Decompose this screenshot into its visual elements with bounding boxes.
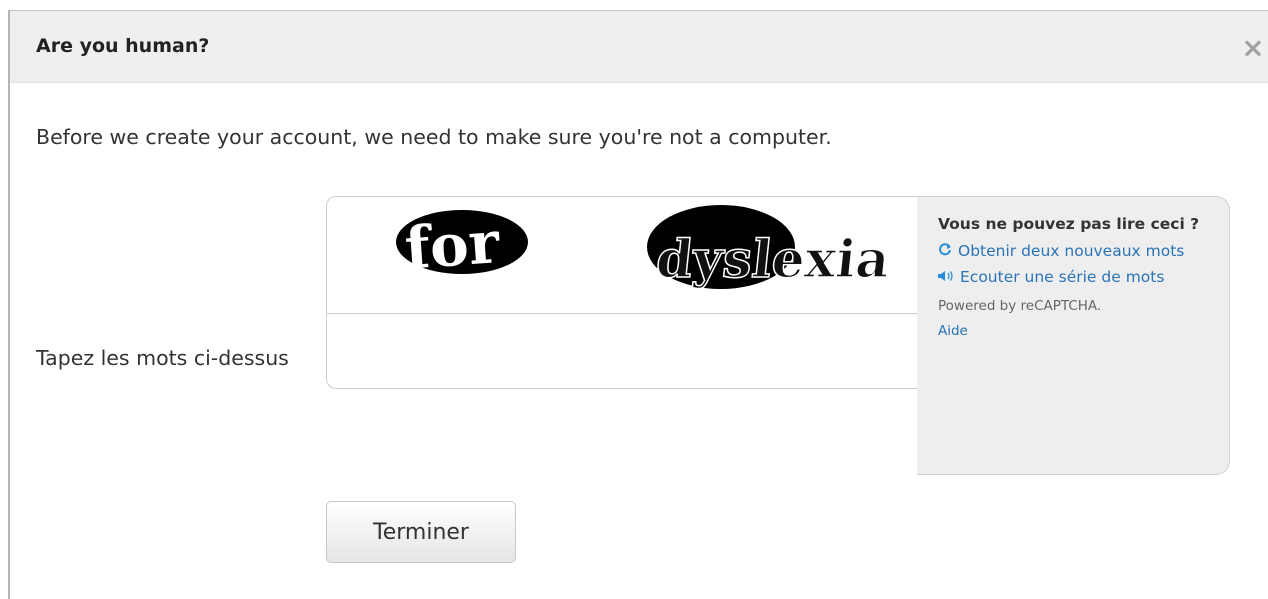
captcha-field-label: Tapez les mots ci-dessus: [36, 346, 289, 370]
captcha-word-2-text: dyslexia: [653, 229, 892, 290]
cant-read-heading: Vous ne pouvez pas lire ceci ?: [938, 215, 1200, 233]
captcha-word-2: dyslexia: [647, 205, 893, 291]
page-top-strip: [0, 0, 1268, 10]
intro-text: Before we create your account, we need t…: [36, 125, 832, 149]
captcha-response-input[interactable]: [327, 314, 917, 388]
close-icon: ×: [1241, 31, 1265, 64]
help-link[interactable]: Aide: [938, 323, 1209, 339]
dialog-header: Are you human? ×: [10, 11, 1268, 83]
refresh-icon: [938, 242, 952, 261]
captcha-sidebar: Vous ne pouvez pas lire ceci ? Obtenir d…: [917, 196, 1230, 475]
speaker-icon: [938, 268, 954, 287]
powered-by-text: Powered by reCAPTCHA.: [938, 298, 1102, 314]
submit-button[interactable]: Terminer: [326, 501, 516, 563]
new-words-link[interactable]: Obtenir deux nouveaux mots: [938, 242, 1209, 261]
captcha-main-panel: for dyslexia: [326, 196, 918, 389]
close-button[interactable]: ×: [1238, 33, 1268, 63]
audio-challenge-link[interactable]: Ecouter une série de mots: [938, 268, 1209, 287]
captcha-image: for dyslexia: [327, 197, 917, 314]
captcha-word-1: for: [396, 208, 528, 283]
new-words-label: Obtenir deux nouveaux mots: [958, 242, 1185, 260]
dialog-title: Are you human?: [36, 35, 210, 57]
recaptcha-widget: for dyslexia Vous ne pouvez pas lire cec…: [326, 196, 1230, 475]
captcha-dialog: Are you human? × Before we create your a…: [8, 10, 1268, 599]
captcha-word-1-text: for: [403, 208, 503, 283]
audio-challenge-label: Ecouter une série de mots: [960, 268, 1165, 286]
